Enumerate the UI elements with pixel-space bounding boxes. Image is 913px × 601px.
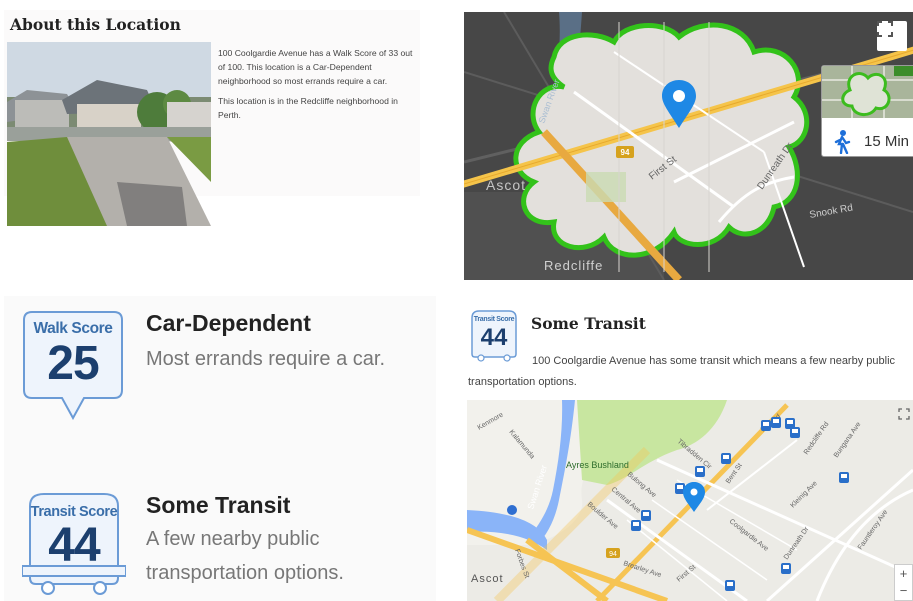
fullscreen-button[interactable] [877,21,907,51]
transit-small-badge-label: Transit Score [473,316,515,323]
zoom-in-button[interactable]: + [895,565,912,582]
ayres-bushland-label: Ayres Bushland [566,460,629,470]
ascot-label: Ascot [486,177,526,193]
walk-time-legend: 15 Min [821,65,913,157]
walkshed-map[interactable]: 94 Ascot Redcliffe First St Dunreath Dr … [464,12,913,280]
transit-score-value: 44 [48,519,100,572]
transit-score-description-line2: transportation options. [146,562,344,584]
transit-panel: Transit Score 44 Some Transit 100 Coolga… [464,308,913,398]
walk-score-badge[interactable]: Walk Score 25 [22,310,124,420]
transit-score-heading: Some Transit [146,492,291,518]
walk-score-description: Most errands require a car. [146,348,385,370]
transit-panel-title: Some Transit [531,314,646,333]
bus-stop-icon[interactable] [781,563,791,574]
redcliffe-label: Redcliffe [544,258,603,273]
fullscreen-icon [877,21,893,37]
about-title: About this Location [10,15,181,34]
about-panel: About this Location 100 Coolgardie Avenu… [4,10,420,226]
walking-person-icon [834,130,851,154]
route-94-label: 94 [621,148,630,157]
walk-time-label: 15 Min [864,133,910,150]
walk-score-heading: Car-Dependent [146,310,311,336]
route-94-small-label: 94 [609,551,617,558]
zoom-out-button[interactable]: − [895,582,912,599]
bus-stop-icon[interactable] [771,417,781,428]
street-view-photo[interactable] [7,42,211,226]
transit-score-badge[interactable]: Transit Score 44 [22,492,126,598]
bus-stop-icon[interactable] [641,510,651,521]
zoom-control: + − [894,564,913,601]
transit-score-description-line1: A few nearby public [146,528,320,550]
transit-small-badge-score: 44 [480,324,508,351]
about-paragraph-neighborhood: This location is in the Redcliffe neighb… [218,96,398,120]
bus-stop-icon[interactable] [695,466,705,477]
score-summary: Walk Score 25 Car-Dependent Most errands… [4,296,436,601]
about-paragraph-walk: 100 Coolgardie Avenue has a Walk Score o… [218,48,413,86]
bus-stop-icon[interactable] [761,420,771,431]
about-description: 100 Coolgardie Avenue has a Walk Score o… [218,46,416,128]
bus-stop-icon[interactable] [721,453,731,464]
ascot-small-label: Ascot [471,573,504,585]
fullscreen-icon[interactable] [898,408,910,420]
bus-stop-icon[interactable] [839,472,849,483]
legend-map-thumbnail [822,66,913,118]
bus-stop-icon[interactable] [725,580,735,591]
transit-panel-text: 100 Coolgardie Avenue has some transit w… [468,355,896,388]
transit-map[interactable]: 94 Ayres Bushland Swan River Ascot Kenmo… [467,400,913,601]
walk-score-value: 25 [47,337,99,390]
bus-stop-icon[interactable] [631,520,641,531]
bus-stop-icon[interactable] [790,427,800,438]
